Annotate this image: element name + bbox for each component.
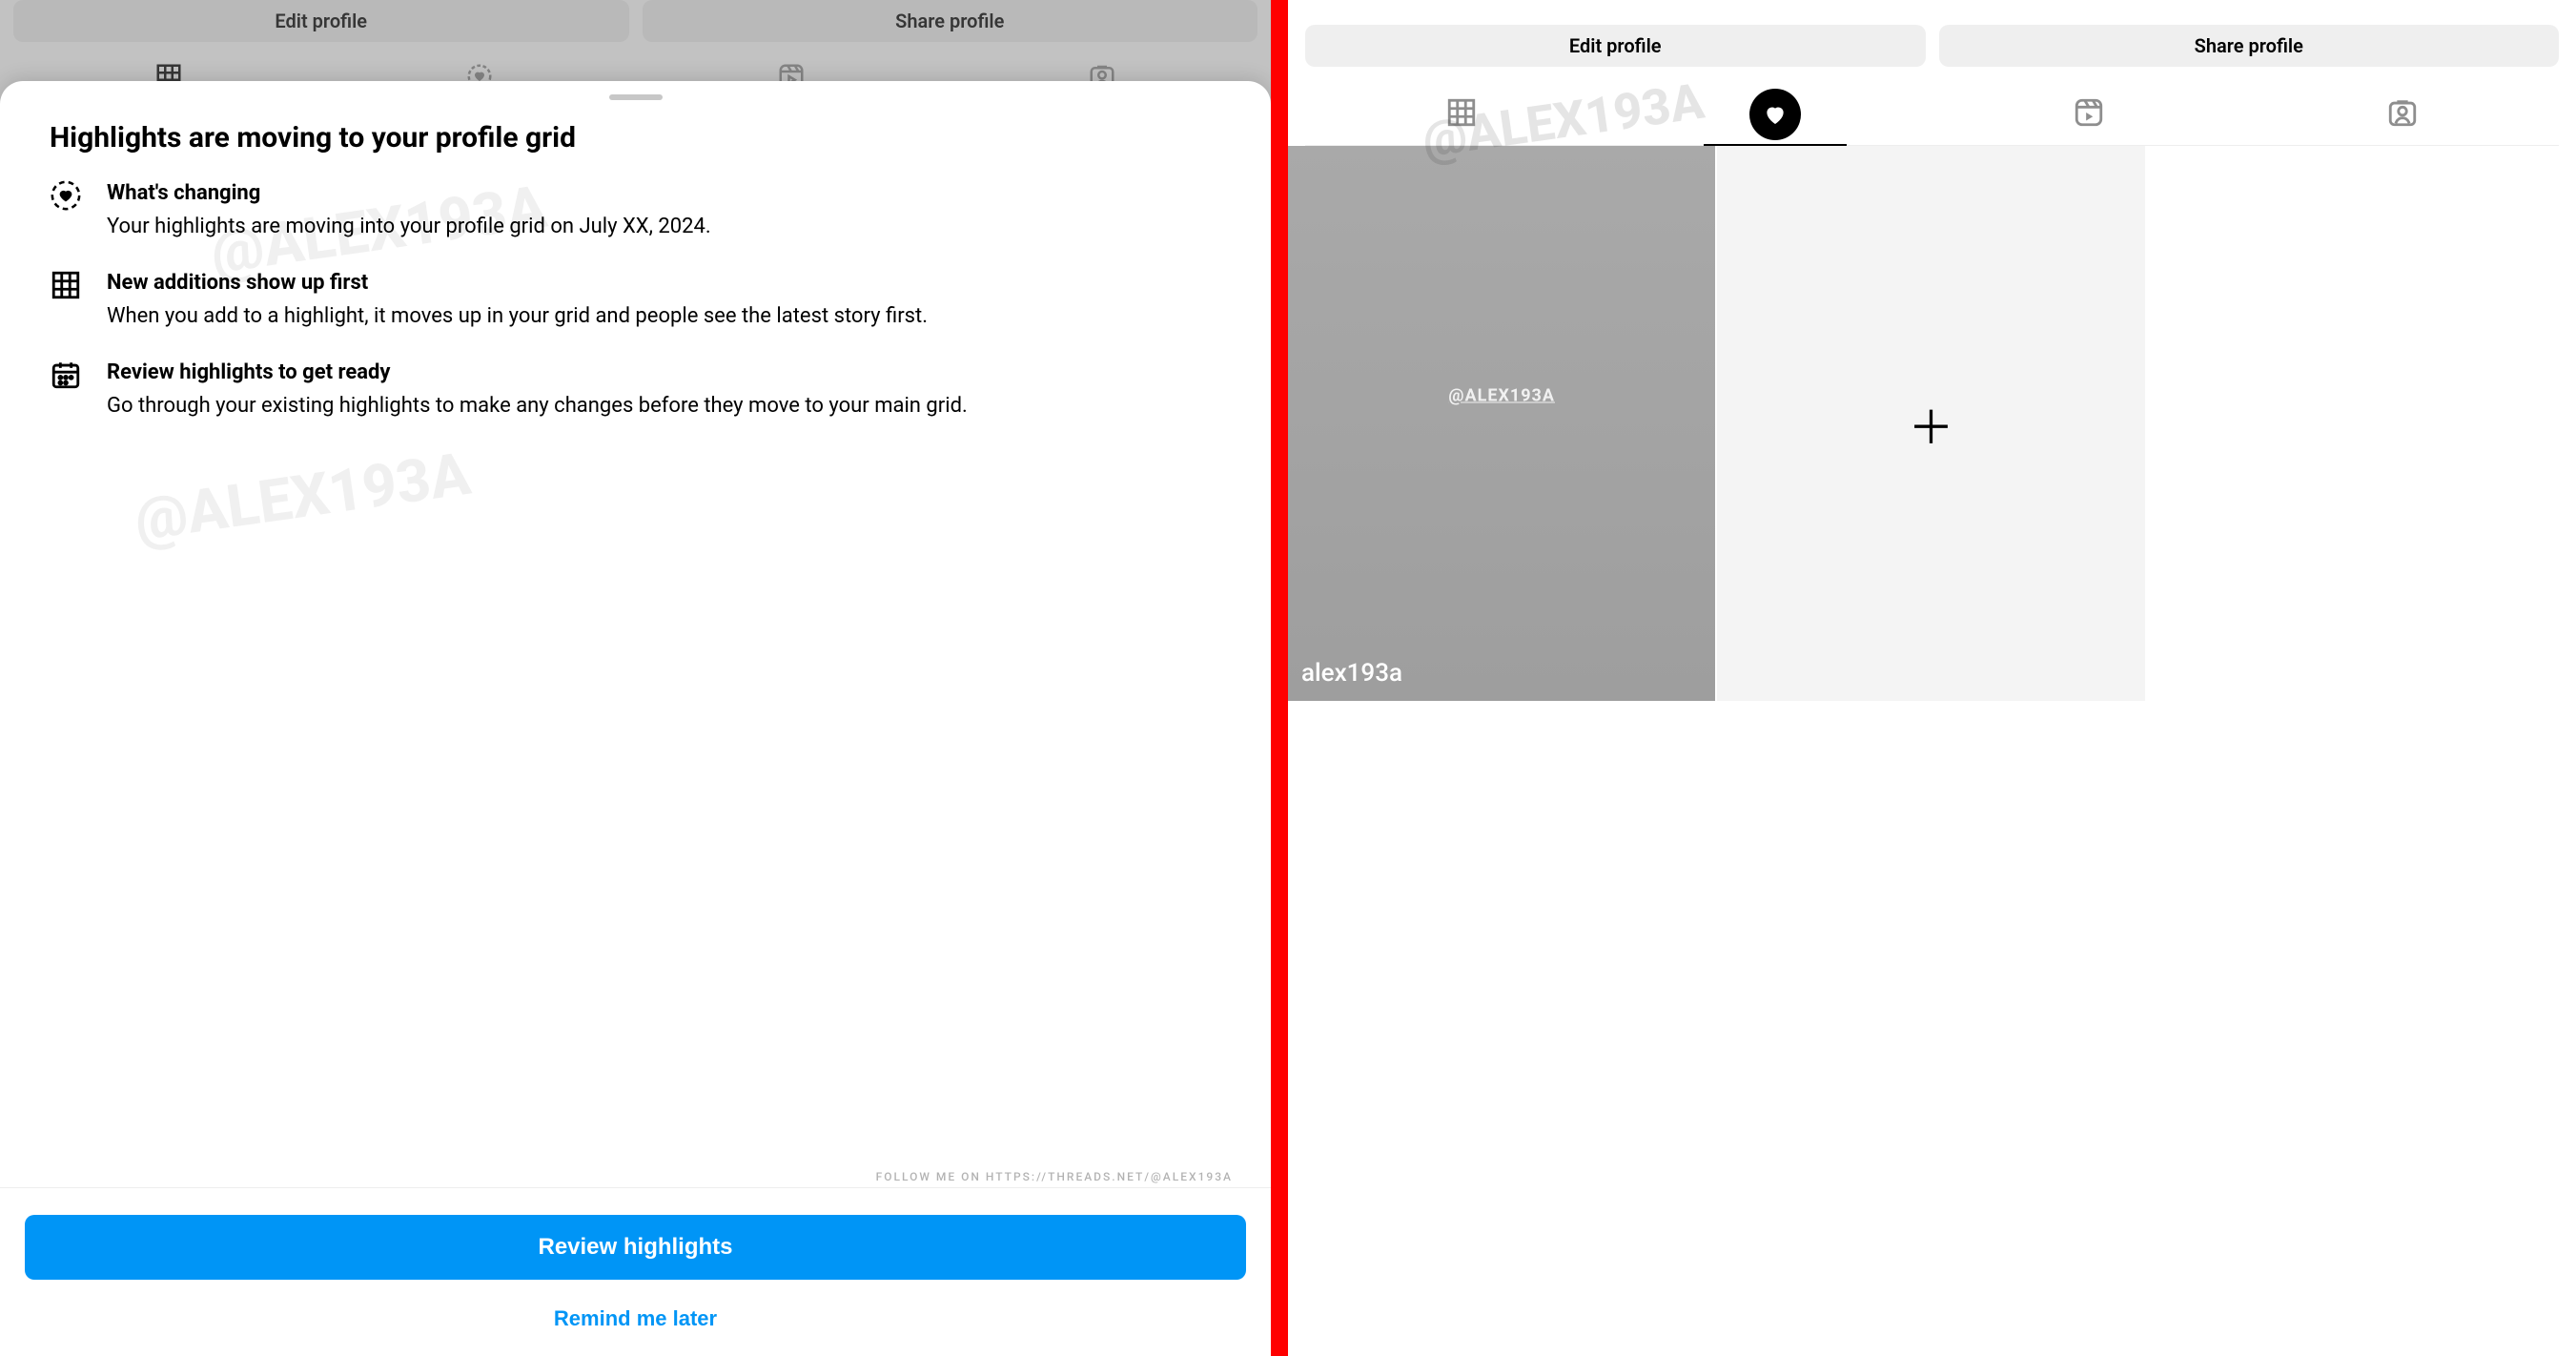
item-title: New additions show up first (107, 267, 928, 298)
tab-tagged[interactable] (2245, 84, 2559, 145)
highlight-label: alex193a (1301, 659, 1402, 688)
add-highlight-tile[interactable]: ＋ (1717, 146, 2144, 701)
tab-reels[interactable] (1932, 84, 2246, 145)
remind-me-later-button[interactable]: Remind me later (25, 1306, 1246, 1331)
watermark: @ALEX193A (131, 440, 475, 556)
bottom-sheet: @ALEX193A @ALEX193A Highlights are movin… (0, 81, 1271, 1356)
heart-icon (1749, 89, 1801, 140)
edit-profile-button[interactable]: Edit profile (13, 0, 629, 42)
watermark: @ALEX193A (1448, 386, 1555, 406)
sheet-title: Highlights are moving to your profile gr… (50, 121, 1221, 154)
heart-dashed-circle-icon (50, 179, 82, 242)
calendar-icon (50, 359, 82, 421)
grid-icon (1445, 96, 1478, 133)
tagged-icon (2386, 96, 2419, 133)
tab-highlights[interactable] (1619, 84, 1932, 145)
plus-icon: ＋ (1908, 390, 1953, 457)
item-title: Review highlights to get ready (107, 357, 968, 388)
empty-tile (2147, 146, 2574, 701)
grid-icon (50, 269, 82, 332)
highlight-tile[interactable]: @ALEX193A alex193a (1288, 146, 1715, 701)
info-item-whats-changing: What's changing Your highlights are movi… (50, 177, 1221, 242)
review-highlights-button[interactable]: Review highlights (25, 1215, 1246, 1280)
item-body: Go through your existing highlights to m… (107, 394, 968, 418)
info-item-new-additions: New additions show up first When you add… (50, 267, 1221, 332)
share-profile-button[interactable]: Share profile (643, 0, 1258, 42)
item-body: When you add to a highlight, it moves up… (107, 304, 928, 328)
tab-grid[interactable] (1305, 84, 1619, 145)
info-item-review: Review highlights to get ready Go throug… (50, 357, 1221, 421)
item-body: Your highlights are moving into your pro… (107, 215, 711, 238)
edit-profile-button[interactable]: Edit profile (1305, 25, 1926, 67)
item-title: What's changing (107, 177, 711, 209)
watermark-footer: FOLLOW ME ON HTTPS://THREADS.NET/@ALEX19… (876, 1170, 1233, 1183)
share-profile-button[interactable]: Share profile (1939, 25, 2560, 67)
reels-icon (2073, 96, 2105, 133)
